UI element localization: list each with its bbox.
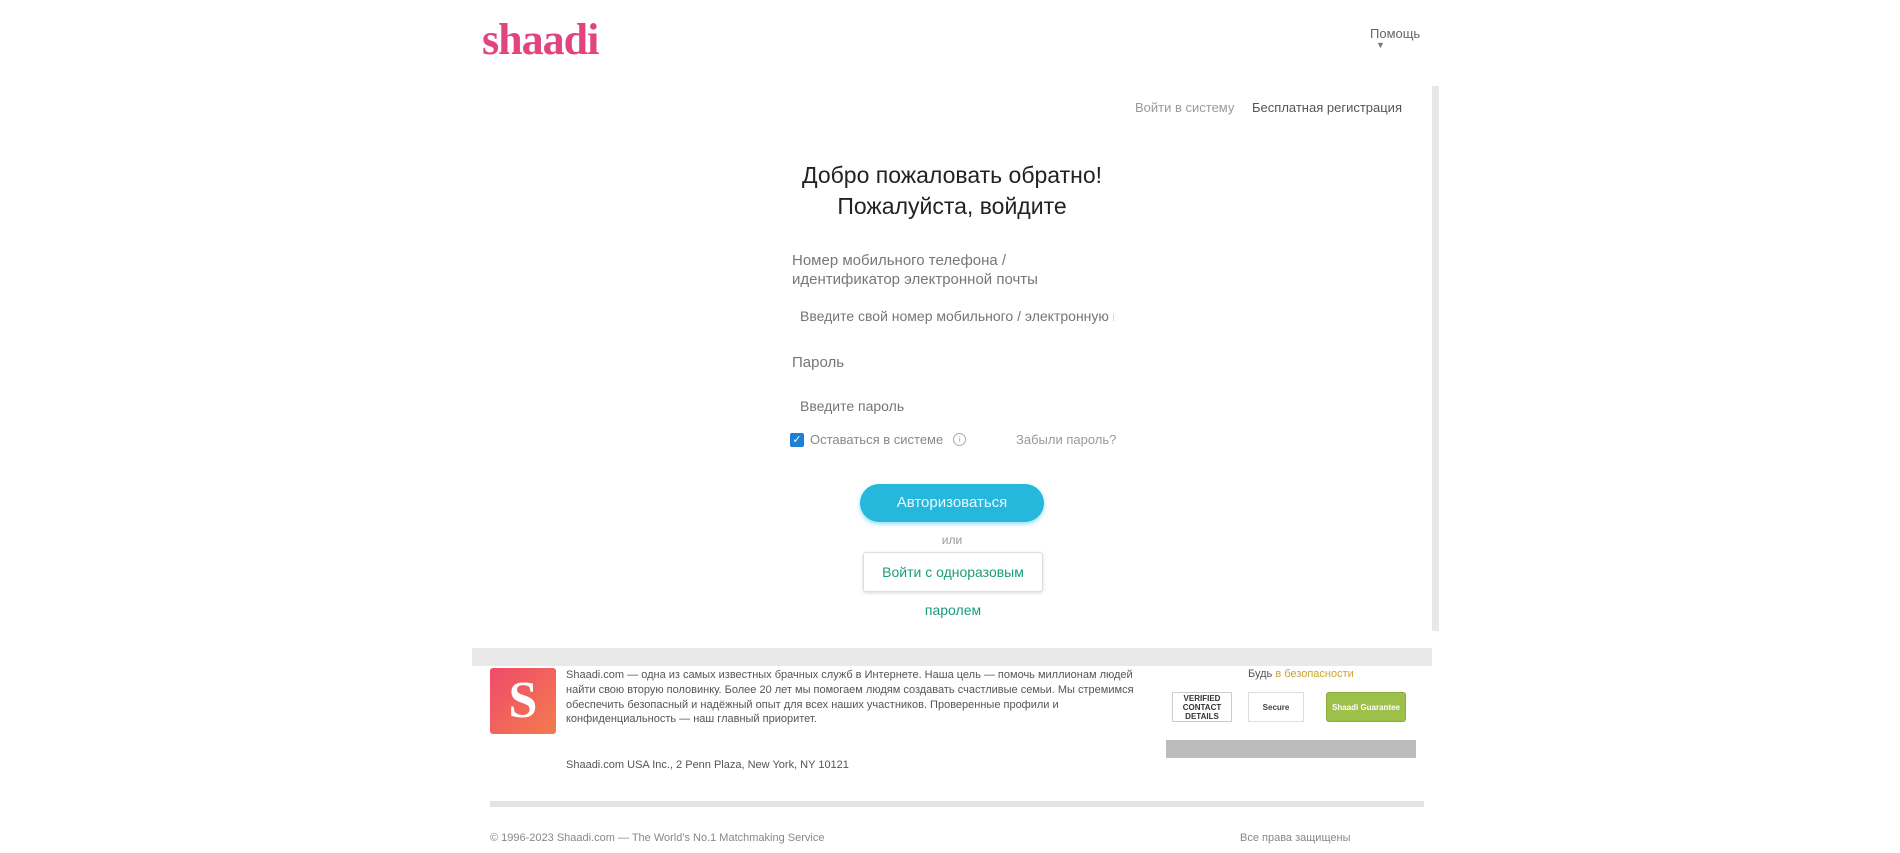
top-links: Войти в систему Бесплатная регистрация: [1135, 100, 1402, 115]
copyright-text: © 1996-2023 Shaadi.com — The World's No.…: [490, 832, 825, 844]
phone-label: Номер мобильного телефона / идентификато…: [792, 252, 1038, 288]
trust-title-text: Будь: [1248, 668, 1273, 680]
footer-divider-bar: [472, 648, 1432, 666]
password-label: Пароль: [792, 354, 845, 371]
footer-rights: Все права защищены: [1240, 832, 1351, 844]
help-link[interactable]: Помощь: [1370, 26, 1420, 41]
trust-title-highlight: в безопасности: [1275, 668, 1354, 680]
guarantee-badge: Shaadi Guarantee: [1326, 692, 1406, 722]
title-line-1: Добро пожаловать обратно!: [801, 162, 1103, 188]
login-link[interactable]: Войти в систему: [1135, 100, 1234, 115]
otp-login-button[interactable]: Войти с одноразовым паролем: [863, 552, 1043, 618]
secure-badge: Secure: [1248, 692, 1304, 722]
verified-contact-badge: VERIFIED CONTACT DETAILS: [1172, 692, 1232, 722]
password-input[interactable]: [792, 391, 972, 421]
page-title: Добро пожаловать обратно! Пожалуйста, во…: [472, 160, 1432, 222]
title-line-2: Пожалуйста, войдите: [837, 193, 1067, 219]
shaadi-logo[interactable]: shaadi: [482, 14, 599, 65]
payment-methods-bar: [1166, 740, 1416, 758]
remember-checkbox[interactable]: ✓: [790, 432, 804, 447]
footer-divider: [490, 801, 1424, 807]
info-icon[interactable]: i: [953, 433, 967, 446]
remember-me[interactable]: ✓ Оставаться в системе i: [790, 432, 967, 447]
login-button[interactable]: Авторизоваться: [860, 484, 1044, 522]
remember-label: Оставаться в системе: [810, 432, 944, 447]
footer-about-text: Shaadi.com — одна из самых известных бра…: [566, 669, 1134, 726]
trust-title: Будь в безопасности: [1248, 668, 1354, 680]
shaadi-s-logo: S: [490, 668, 556, 734]
or-separator: или: [941, 533, 963, 547]
chevron-down-icon: ▼: [1376, 40, 1385, 50]
forgot-password-link[interactable]: Забыли пароль?: [1016, 432, 1116, 447]
login-card: Войти в систему Бесплатная регистрация Д…: [472, 86, 1439, 631]
register-link[interactable]: Бесплатная регистрация: [1252, 100, 1402, 115]
phone-email-input[interactable]: [792, 301, 1122, 331]
footer-address: Shaadi.com USA Inc., 2 Penn Plaza, New Y…: [566, 759, 849, 771]
